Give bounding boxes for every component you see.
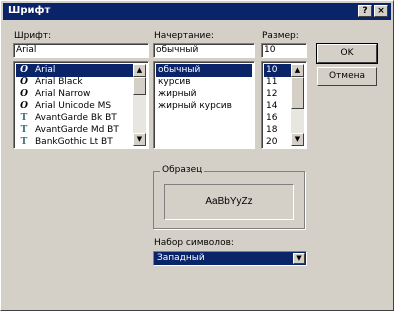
scroll-thumb[interactable] [291, 77, 304, 109]
size-label: Размер: [262, 31, 299, 41]
size-item[interactable]: 12 [264, 88, 291, 101]
style-item-label: курсив [158, 77, 191, 87]
font-item-label: AvantGarde Bk BT [35, 113, 117, 123]
sample-group: Образец AaBbYyZz [153, 165, 305, 229]
charset-label: Набор символов: [154, 238, 234, 248]
title-bar[interactable]: Шрифт ? × [3, 3, 391, 20]
style-item[interactable]: обычный [156, 64, 252, 77]
size-item[interactable]: 18 [264, 124, 291, 137]
size-item-label: 11 [266, 77, 278, 87]
font-item[interactable]: T BankGothic Lt BT [16, 136, 133, 148]
font-item-label: Arial Black [35, 77, 83, 87]
charset-value: Западный [157, 253, 205, 263]
style-item-label: жирный [158, 89, 197, 99]
truetype-font-icon: T [20, 125, 28, 135]
font-item-label: BankGothic Lt BT [35, 137, 113, 147]
truetype-font-icon: T [20, 113, 28, 123]
size-input[interactable]: 10 [261, 43, 307, 58]
opentype-font-icon: O [20, 89, 28, 99]
font-item[interactable]: T AvantGarde Bk BT [16, 112, 133, 125]
font-dialog: Шрифт ? × Шрифт: Arial T BankGothic Lt BT… [0, 0, 394, 311]
ok-button[interactable]: OK [316, 43, 378, 64]
size-item-label: 16 [266, 113, 278, 123]
size-item[interactable]: 20 [264, 136, 291, 148]
style-item[interactable]: жирный [156, 88, 252, 101]
font-list-scrollbar[interactable]: ▲ ▼ [133, 64, 146, 146]
font-item-label: AvantGarde Md BT [35, 125, 119, 135]
font-input[interactable]: Arial [13, 43, 149, 58]
font-item[interactable]: O Arial Unicode MS [16, 100, 133, 113]
font-item-label: Arial Narrow [35, 89, 91, 99]
sample-preview: AaBbYyZz [164, 184, 294, 220]
dialog-title: Шрифт [8, 5, 51, 16]
charset-select[interactable]: Западный ▼ [153, 251, 307, 266]
size-list-scrollbar[interactable]: ▲ ▼ [291, 64, 304, 146]
style-item-label: жирный курсив [158, 101, 232, 111]
style-item[interactable]: курсив [156, 76, 252, 89]
style-item[interactable]: жирный курсив [156, 100, 252, 113]
size-item-label: 20 [266, 137, 278, 147]
style-input[interactable]: обычный [153, 43, 255, 58]
size-item[interactable]: 10 [264, 64, 291, 77]
help-button[interactable]: ? [358, 5, 372, 17]
size-item-label: 12 [266, 89, 278, 99]
size-item-label: 18 [266, 125, 278, 135]
style-label: Начертание: [154, 31, 214, 41]
opentype-font-icon: O [20, 65, 28, 75]
font-item[interactable]: O Arial Black [16, 76, 133, 89]
sample-label: Образец [160, 165, 205, 175]
font-item[interactable]: O Arial Narrow [16, 88, 133, 101]
close-button[interactable]: × [374, 5, 388, 17]
size-list[interactable]: 20 18 16 14 12 11 10 ▲ ▼ [261, 61, 307, 149]
size-item[interactable]: 14 [264, 100, 291, 113]
font-label: Шрифт: [14, 31, 52, 41]
scroll-up-icon[interactable]: ▲ [133, 64, 146, 77]
scroll-thumb[interactable] [133, 77, 146, 95]
font-item-label: Arial Unicode MS [35, 101, 112, 111]
scroll-down-icon[interactable]: ▼ [133, 133, 146, 146]
size-item[interactable]: 11 [264, 76, 291, 89]
opentype-font-icon: O [20, 101, 28, 111]
cancel-button[interactable]: Отмена [317, 67, 377, 86]
size-item-label: 14 [266, 101, 278, 111]
opentype-font-icon: O [20, 77, 28, 87]
font-item[interactable]: O Arial [16, 64, 133, 77]
truetype-font-icon: T [20, 137, 28, 147]
font-list[interactable]: T BankGothic Lt BT T AvantGarde Md BT T Avant… [13, 61, 149, 149]
size-item-label: 10 [266, 65, 278, 75]
chevron-down-icon[interactable]: ▼ [293, 253, 305, 264]
scroll-up-icon[interactable]: ▲ [291, 64, 304, 77]
size-item[interactable]: 16 [264, 112, 291, 125]
style-item-label: обычный [158, 65, 201, 75]
font-item[interactable]: T AvantGarde Md BT [16, 124, 133, 137]
scroll-down-icon[interactable]: ▼ [291, 133, 304, 146]
font-item-label: Arial [35, 65, 56, 75]
sample-text: AaBbYyZz [205, 196, 253, 207]
style-list[interactable]: жирный курсив жирный курсив обычный [153, 61, 255, 149]
